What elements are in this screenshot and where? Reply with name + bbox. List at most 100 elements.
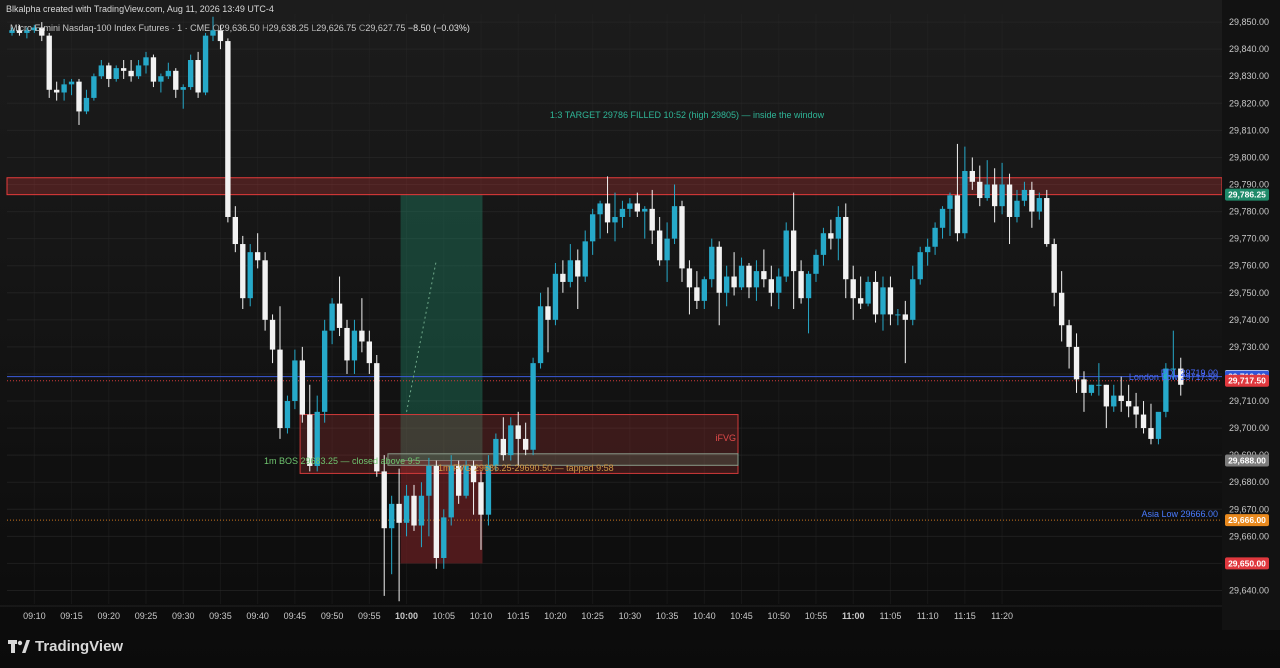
candle bbox=[813, 249, 819, 282]
candle bbox=[924, 238, 931, 266]
candle bbox=[98, 60, 105, 79]
candle-body bbox=[269, 319, 276, 350]
symbol-name[interactable]: Micro E-mini Nasdaq-100 Index Futures · … bbox=[10, 23, 210, 33]
candle-body bbox=[820, 233, 827, 255]
candle-body bbox=[1118, 395, 1124, 402]
candle-body bbox=[106, 65, 112, 79]
time-tick-label: 10:50 bbox=[767, 611, 790, 621]
candle bbox=[299, 346, 306, 423]
candle bbox=[805, 271, 812, 334]
candle-body bbox=[366, 341, 373, 364]
candle-body bbox=[537, 306, 544, 364]
candle-body bbox=[671, 206, 678, 239]
candle-body bbox=[128, 70, 134, 77]
candle-body bbox=[649, 208, 655, 231]
candle-body bbox=[262, 260, 268, 320]
candle bbox=[939, 206, 946, 239]
candle-body bbox=[1006, 184, 1013, 217]
candle bbox=[150, 54, 157, 88]
candle-body bbox=[664, 238, 670, 261]
candle-body bbox=[61, 84, 67, 93]
low-value: 29,626.75 bbox=[316, 23, 357, 33]
candle bbox=[679, 200, 685, 282]
candle-body bbox=[433, 465, 440, 558]
candle-body bbox=[709, 246, 715, 280]
candle bbox=[887, 276, 894, 326]
price-tag: 29,717.50 bbox=[1225, 374, 1269, 387]
candle bbox=[895, 309, 901, 326]
candle bbox=[753, 260, 760, 301]
candle bbox=[731, 252, 737, 296]
time-tick-label: 10:00 bbox=[395, 611, 418, 621]
candle-body bbox=[202, 35, 209, 93]
candle-body bbox=[180, 87, 186, 90]
candle bbox=[1133, 392, 1139, 429]
candle bbox=[850, 265, 856, 320]
candle-body bbox=[991, 184, 998, 207]
candle bbox=[1081, 371, 1087, 412]
candle bbox=[567, 244, 574, 288]
candle bbox=[1140, 401, 1147, 434]
price-tick-label: 29,700.00 bbox=[1229, 423, 1269, 433]
candle bbox=[835, 206, 841, 261]
price-chart[interactable]: 1:3 TARGET 29786 FILLED 10:52 (high 2980… bbox=[0, 0, 1280, 668]
candle-body bbox=[582, 241, 588, 277]
candle bbox=[642, 206, 648, 239]
price-tick-label: 29,740.00 bbox=[1229, 315, 1269, 325]
target-note: 1:3 TARGET 29786 FILLED 10:52 (high 2980… bbox=[550, 110, 825, 120]
price-tick-label: 29,800.00 bbox=[1229, 152, 1269, 162]
fvg-label: 1m FVG 29686.25-29690.50 — tapped 9:58 bbox=[438, 463, 614, 473]
price-tick-label: 29,840.00 bbox=[1229, 44, 1269, 54]
candle-body bbox=[805, 273, 812, 299]
candle-body bbox=[954, 195, 961, 234]
price-tick-label: 29,640.00 bbox=[1229, 585, 1269, 595]
candle-body bbox=[1066, 325, 1072, 347]
candle bbox=[232, 206, 239, 253]
time-tick-label: 09:35 bbox=[209, 611, 232, 621]
time-tick-label: 09:20 bbox=[98, 611, 121, 621]
price-tick-label: 29,780.00 bbox=[1229, 207, 1269, 217]
candle-body bbox=[895, 314, 901, 316]
time-tick-label: 10:20 bbox=[544, 611, 567, 621]
candle-body bbox=[508, 425, 514, 456]
price-tick-label: 29,770.00 bbox=[1229, 234, 1269, 244]
candle bbox=[865, 276, 871, 307]
candle bbox=[329, 298, 335, 345]
candle-body bbox=[880, 287, 886, 315]
candle-body bbox=[969, 170, 975, 182]
candle-body bbox=[560, 273, 566, 282]
price-tick-label: 29,670.00 bbox=[1229, 504, 1269, 514]
time-tick-label: 09:50 bbox=[321, 611, 344, 621]
candle bbox=[656, 216, 663, 266]
tradingview-branding[interactable]: TradingView bbox=[8, 638, 123, 655]
time-tick-label: 09:10 bbox=[23, 611, 46, 621]
candle bbox=[158, 73, 164, 93]
candle-body bbox=[932, 227, 938, 247]
candle-body bbox=[493, 438, 499, 466]
time-tick-label: 09:25 bbox=[135, 611, 158, 621]
candle bbox=[872, 271, 879, 323]
candle bbox=[344, 319, 350, 374]
candle-body bbox=[619, 208, 626, 217]
time-tick-label: 11:00 bbox=[842, 611, 865, 621]
candle-body bbox=[91, 76, 97, 98]
candle-body bbox=[694, 287, 700, 301]
candle-body bbox=[910, 279, 916, 320]
candle-body bbox=[1029, 189, 1035, 212]
candle-body bbox=[225, 41, 231, 217]
candle-body bbox=[597, 203, 603, 215]
candle-body bbox=[552, 273, 559, 320]
candle-body bbox=[828, 233, 834, 239]
candle-body bbox=[1058, 292, 1065, 326]
candle-body bbox=[1051, 244, 1057, 293]
candle-body bbox=[113, 68, 119, 79]
price-tick-label: 29,710.00 bbox=[1229, 396, 1269, 406]
candle-body bbox=[76, 81, 82, 112]
candle bbox=[723, 265, 730, 307]
candle-body bbox=[98, 65, 105, 77]
candle-body bbox=[575, 260, 581, 277]
candle-body bbox=[83, 97, 90, 112]
candle bbox=[195, 51, 201, 98]
time-tick-label: 11:05 bbox=[879, 611, 901, 621]
time-tick-label: 10:05 bbox=[433, 611, 456, 621]
